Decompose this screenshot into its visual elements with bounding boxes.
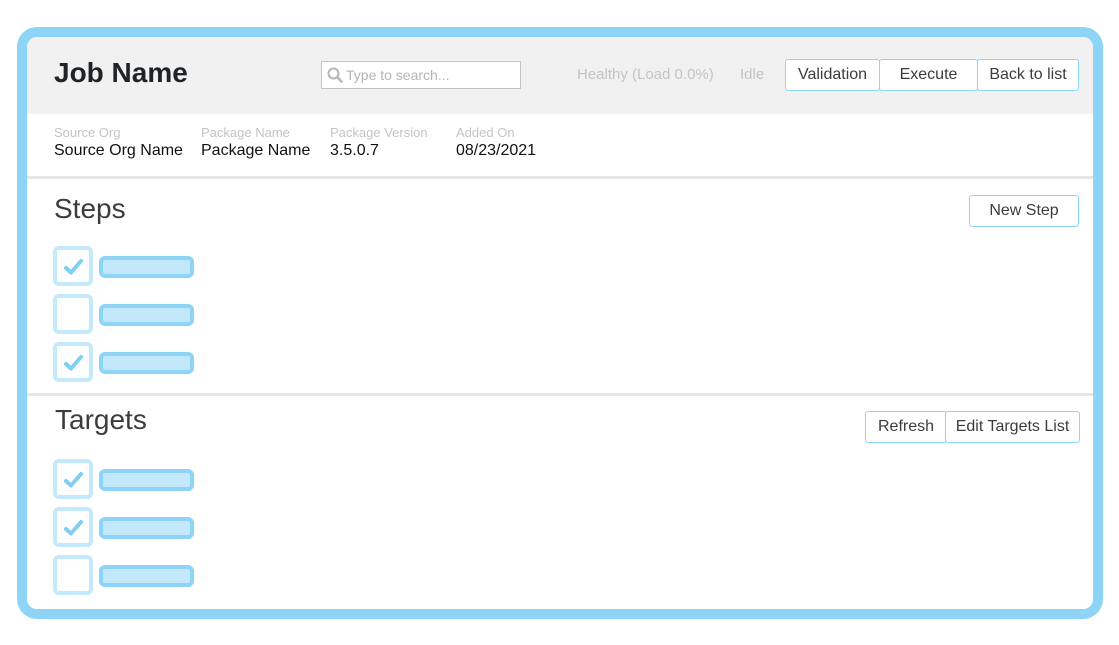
search-box[interactable] [321,61,521,89]
meta-label: Source Org [54,125,121,140]
meta-source-org: Source Org Source Org Name [54,125,183,161]
meta-label: Added On [456,125,515,140]
step-checkbox[interactable] [53,246,93,286]
execute-button[interactable]: Execute [879,59,978,91]
checkmark-icon [64,520,83,536]
step-item[interactable] [53,246,203,286]
meta-value: 08/23/2021 [456,142,537,159]
search-input[interactable] [346,64,516,86]
meta-value: Source Org Name [54,142,183,159]
checkmark-icon [64,355,83,371]
step-label-placeholder [99,256,194,278]
validation-button[interactable]: Validation [785,59,880,91]
target-label-placeholder [99,565,194,587]
run-status: Idle [740,66,765,83]
step-item[interactable] [53,342,203,382]
target-item[interactable] [53,555,203,595]
step-label-placeholder [99,304,194,326]
step-label-placeholder [99,352,194,374]
steps-title: Steps [54,193,126,224]
targets-title: Targets [55,404,147,435]
search-icon [327,67,343,83]
job-title: Job Name [54,57,188,88]
back-to-list-button[interactable]: Back to list [977,59,1079,91]
meta-package-name: Package Name Package Name [201,125,310,161]
checkmark-icon [64,259,83,275]
job-detail-window: Job Name Healthy (Load 0.0%) Idle Valida… [17,27,1103,619]
target-checkbox[interactable] [53,555,93,595]
meta-value: 3.5.0.7 [330,142,379,159]
meta-package-version: Package Version 3.5.0.7 [330,125,428,161]
refresh-button[interactable]: Refresh [865,411,947,443]
meta-label: Package Version [330,125,428,140]
target-item[interactable] [53,459,203,499]
step-item[interactable] [53,294,203,334]
meta-value: Package Name [201,142,311,159]
target-label-placeholder [99,517,194,539]
target-checkbox[interactable] [53,459,93,499]
step-checkbox[interactable] [53,342,93,382]
new-step-button[interactable]: New Step [969,195,1079,227]
target-checkbox[interactable] [53,507,93,547]
step-checkbox[interactable] [53,294,93,334]
divider [27,393,1093,396]
meta-added-on: Added On 08/23/2021 [456,125,536,161]
header-bar: Job Name Healthy (Load 0.0%) Idle Valida… [27,37,1093,114]
meta-label: Package Name [201,125,290,140]
health-status: Healthy (Load 0.0%) [577,66,714,83]
target-item[interactable] [53,507,203,547]
target-label-placeholder [99,469,194,491]
checkmark-icon [64,472,83,488]
edit-targets-list-button[interactable]: Edit Targets List [945,411,1080,443]
divider [27,176,1093,179]
